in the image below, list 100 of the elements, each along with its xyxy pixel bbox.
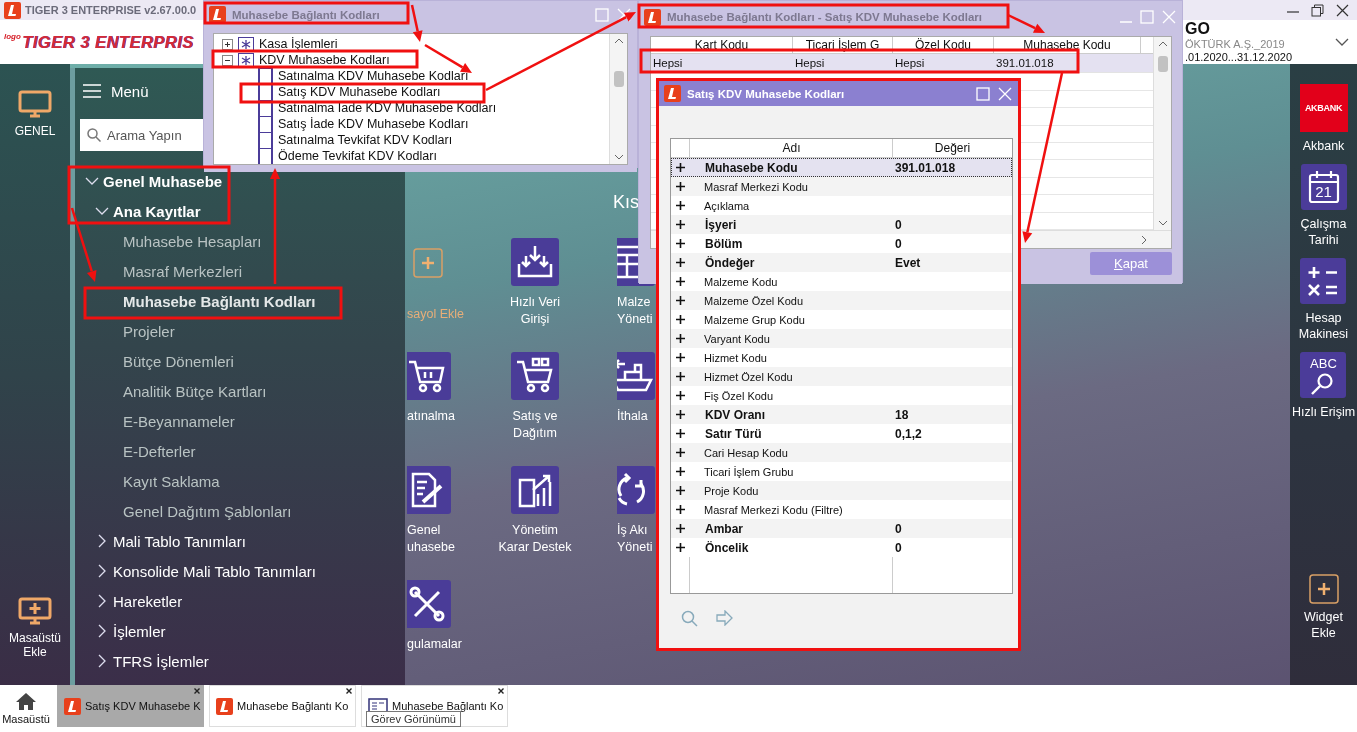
shortcut-tile[interactable]: Satış ve Dağıtım	[467, 352, 603, 442]
plus-icon[interactable]	[676, 372, 685, 381]
menu-item[interactable]: Analitik Bütçe Kartları	[123, 382, 267, 400]
plus-icon[interactable]	[676, 505, 685, 514]
widget-button[interactable]: ABC Hızlı Erişim	[1291, 352, 1356, 420]
plus-icon[interactable]	[676, 277, 685, 286]
scroll-thumb[interactable]	[1157, 55, 1168, 72]
scroll-down-icon[interactable]	[1157, 220, 1168, 226]
shortcut-tile[interactable]: Genel uhasebe	[405, 466, 467, 556]
menu-group[interactable]: Genel Muhasebe	[85, 172, 223, 190]
menu-item[interactable]: E-Defterler	[123, 442, 196, 460]
ship-icon[interactable]	[617, 352, 655, 400]
scroll-up-icon[interactable]	[613, 38, 624, 44]
tree-item[interactable]: Satınalma Tevkifat KDV Kodları	[278, 133, 453, 147]
tree-item[interactable]: KDV Muhasebe Kodları	[259, 53, 390, 67]
menu-item[interactable]: Genel Dağıtım Şablonları	[123, 502, 292, 520]
grid-row[interactable]: Hepsi Hepsi Hepsi 391.01.018	[651, 54, 1153, 74]
property-row[interactable]: Hizmet Özel Kodu	[671, 367, 1012, 386]
menu-group[interactable]: Mali Tablo Tanımları	[95, 532, 246, 550]
scroll-up-icon[interactable]	[1157, 41, 1168, 47]
column-header[interactable]: Muhasebe Kodu	[994, 37, 1141, 53]
menu-group[interactable]: TFRS İşlemler	[95, 652, 209, 670]
menu-item[interactable]: Projeler	[123, 322, 175, 340]
property-row[interactable]: KDV Oranı 18	[671, 405, 1012, 424]
tree-item[interactable]: Satınalma İade KDV Muhasebe Kodları	[278, 101, 497, 115]
scrollbar[interactable]	[1153, 37, 1171, 230]
menu-group[interactable]: İşlemler	[95, 622, 166, 640]
widget-button[interactable]: Hesap Makinesi	[1298, 258, 1349, 342]
menu-item[interactable]: Masraf Merkezleri	[123, 262, 243, 280]
menu-group[interactable]: Konsolide Mali Tablo Tanımları	[95, 562, 316, 580]
document-icon[interactable]	[407, 466, 451, 514]
tree-item[interactable]: Kasa İşlemleri	[259, 37, 338, 51]
expand-icon[interactable]	[222, 38, 233, 50]
plus-icon[interactable]	[676, 201, 685, 210]
scroll-thumb[interactable]	[613, 71, 624, 87]
task-tab[interactable]: Satış KDV Muhasebe K	[57, 685, 204, 727]
shortcut-tile[interactable]: gulamalar	[405, 580, 467, 653]
menu-item[interactable]: E-Beyannameler	[123, 412, 235, 430]
menu-item[interactable]: Muhasebe Hesapları	[123, 232, 262, 250]
scrollbar[interactable]	[609, 34, 627, 164]
shortcut-tile[interactable]: İş Akı Yöneti	[603, 466, 657, 556]
plus-icon[interactable]	[676, 391, 685, 400]
plus-icon[interactable]	[676, 410, 685, 419]
add-widget-button[interactable]: Widget Ekle	[1304, 574, 1343, 641]
shortcut-tile[interactable]: Hızlı Veri Girişi	[467, 238, 603, 328]
plus-icon[interactable]	[676, 182, 685, 191]
shortcut-tile[interactable]: İthala	[603, 352, 657, 425]
plus-icon[interactable]	[676, 524, 685, 533]
desktop-button[interactable]: GENEL	[14, 90, 56, 138]
plus-icon[interactable]	[676, 486, 685, 495]
property-row[interactable]: Ambar 0	[671, 519, 1012, 538]
menu-item[interactable]: Kayıt Saklama	[123, 472, 220, 490]
column-header[interactable]: Ticari İşlem G	[793, 37, 893, 53]
tree-item[interactable]: Satış KDV Muhasebe Kodları	[278, 85, 441, 99]
tools-icon[interactable]	[407, 580, 451, 628]
shortcut-tile[interactable]: atınalma	[405, 352, 467, 425]
plus-icon[interactable]	[676, 163, 685, 172]
search-field[interactable]: Arama Yapın	[80, 119, 203, 151]
close-icon[interactable]	[194, 688, 200, 694]
restore-icon[interactable]	[1311, 3, 1324, 17]
import-icon[interactable]	[511, 238, 559, 286]
widget-button[interactable]: 21 Çalışma Tarihi	[1300, 164, 1347, 248]
chevron-down-icon[interactable]	[1335, 37, 1349, 47]
tree-item[interactable]: Satış İade KDV Muhasebe Kodları	[278, 117, 469, 131]
column-header[interactable]: Özel Kodu	[893, 37, 994, 53]
plus-icon[interactable]	[676, 467, 685, 476]
plus-icon[interactable]	[676, 429, 685, 438]
task-tab[interactable]: Muhasebe Bağlantı Ko	[209, 685, 356, 727]
plus-icon[interactable]	[676, 543, 685, 552]
shortcut-tile[interactable]: Yönetim Karar Destek	[467, 466, 603, 556]
close-icon[interactable]	[346, 688, 352, 694]
menu-group[interactable]: Ana Kayıtlar	[95, 202, 201, 220]
property-row[interactable]: Varyant Kodu	[671, 329, 1012, 348]
cycle-icon[interactable]	[617, 466, 655, 514]
home-button[interactable]: Masaüstü	[0, 685, 52, 732]
plus-icon[interactable]	[676, 296, 685, 305]
plus-icon[interactable]	[676, 334, 685, 343]
menu-item[interactable]: Muhasebe Bağlantı Kodları	[123, 292, 316, 310]
plus-icon[interactable]	[676, 353, 685, 362]
plus-icon[interactable]	[676, 258, 685, 267]
property-row[interactable]: Proje Kodu	[671, 481, 1012, 500]
property-row[interactable]: Cari Hesap Kodu	[671, 443, 1012, 462]
tree-item[interactable]: Satınalma KDV Muhasebe Kodları	[278, 69, 469, 83]
property-row[interactable]: İşyeri 0	[671, 215, 1012, 234]
menu-group[interactable]: Hareketler	[95, 592, 183, 610]
plus-icon[interactable]	[676, 239, 685, 248]
widget-button[interactable]: AKBANK Akbank	[1299, 84, 1348, 154]
close-icon[interactable]	[498, 688, 504, 694]
chart-icon[interactable]	[511, 466, 559, 514]
scroll-right-icon[interactable]	[1141, 234, 1147, 245]
close-icon[interactable]	[1336, 3, 1349, 17]
tree-item[interactable]: Ödeme Tevkifat KDV Kodları	[278, 149, 437, 163]
collapse-icon[interactable]	[222, 54, 233, 66]
cart-icon[interactable]	[407, 352, 451, 400]
column-header[interactable]: Kart Kodu	[651, 37, 793, 53]
menu-item[interactable]: Bütçe Dönemleri	[123, 352, 234, 370]
add-desktop-button[interactable]: Masaüstü Ekle	[9, 597, 61, 659]
plus-icon[interactable]	[676, 315, 685, 324]
property-row[interactable]: Muhasebe Kodu 391.01.018	[671, 158, 1012, 177]
property-row[interactable]: Malzeme Özel Kodu	[671, 291, 1012, 310]
